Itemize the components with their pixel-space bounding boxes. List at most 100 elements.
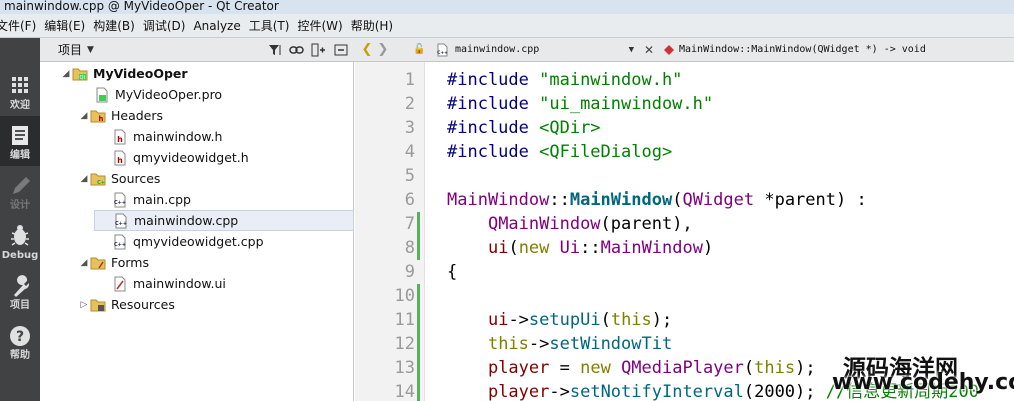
- line-number: 8: [404, 238, 415, 258]
- code-token: ->: [528, 334, 550, 354]
- svg-text:Qt: Qt: [80, 75, 86, 81]
- file-selector[interactable]: C++ mainwindow.cpp ▼: [436, 43, 634, 57]
- folder-headers-icon: h: [90, 110, 106, 123]
- menu-debug[interactable]: 调试(D): [143, 17, 194, 34]
- menu-widgets[interactable]: 控件(W): [297, 17, 350, 34]
- mode-welcome[interactable]: 欢迎: [0, 66, 40, 116]
- code-token: #include: [447, 94, 540, 114]
- tree-node-source-file-selected[interactable]: C++ mainwindow.cpp: [94, 210, 354, 231]
- symbol-selector[interactable]: MainWindow::MainWindow(QWidget *) -> voi…: [664, 44, 926, 55]
- code-token: Ui: [559, 238, 581, 258]
- pro-file-icon: [96, 87, 108, 102]
- mode-label: 设计: [10, 200, 30, 211]
- tree-node-forms[interactable]: ◢ Forms: [78, 252, 149, 273]
- tree-node-root[interactable]: ◢ Qt MyVideoOper: [60, 63, 188, 84]
- dropdown-icon[interactable]: ▼: [82, 41, 99, 58]
- svg-text:C++: C++: [114, 242, 126, 248]
- code-token: (: [600, 310, 611, 330]
- forward-arrow-icon[interactable]: ❯: [375, 42, 391, 57]
- tree-label: MyVideoOper: [93, 66, 188, 81]
- code-token: ->: [549, 382, 570, 401]
- tree-label: Sources: [111, 171, 161, 186]
- code-token: QMainWindow: [487, 214, 601, 234]
- expanded-arrow-icon[interactable]: ◢: [78, 110, 90, 122]
- code-line: MainWindow::MainWindow(QWidget *parent) …: [447, 188, 867, 212]
- code-token: #include: [447, 142, 540, 162]
- split-icon[interactable]: [310, 41, 327, 58]
- cpp-file-icon: C++: [114, 192, 126, 207]
- code-token: );: [795, 358, 816, 378]
- line-number: 6: [404, 190, 415, 210]
- link-icon[interactable]: [288, 41, 305, 58]
- menu-analyze[interactable]: Analyze: [193, 19, 248, 33]
- code-token: =: [549, 358, 581, 378]
- collapsed-arrow-icon[interactable]: ▷: [78, 299, 90, 311]
- tree-node-source-file[interactable]: C++ qmyvideowidget.cpp: [96, 231, 264, 252]
- line-number: 5: [404, 166, 415, 186]
- tree-node-pro-file[interactable]: MyVideoOper.pro: [78, 84, 222, 105]
- filter-icon[interactable]: [266, 41, 283, 58]
- code-token: this: [487, 334, 529, 354]
- menu-edit[interactable]: 编辑(E): [44, 17, 93, 34]
- tree-label: qmyvideowidget.h: [133, 150, 249, 165]
- line-number: 11: [394, 310, 415, 330]
- code-token: (: [672, 190, 683, 210]
- code-line: #include <QDir>: [447, 116, 601, 140]
- tree-node-header-file[interactable]: h mainwindow.h: [96, 126, 222, 147]
- mode-design[interactable]: 设计: [0, 166, 40, 216]
- close-sidebar-icon[interactable]: [332, 41, 349, 58]
- code-token: ::: [580, 238, 601, 258]
- mode-edit[interactable]: 编辑: [0, 116, 40, 166]
- tree-node-header-file[interactable]: h qmyvideowidget.h: [96, 147, 249, 168]
- tree-node-source-file[interactable]: C++ main.cpp: [96, 189, 191, 210]
- cpp-file-icon: C++: [437, 43, 448, 56]
- svg-text:h: h: [117, 156, 123, 165]
- expanded-arrow-icon[interactable]: ◢: [78, 257, 90, 269]
- mode-projects[interactable]: 项目: [0, 266, 40, 316]
- code-line: QMainWindow(parent),: [447, 212, 693, 236]
- mode-debug[interactable]: Debug: [0, 216, 40, 266]
- line-number: 1: [404, 70, 415, 90]
- line-number: 7: [404, 214, 415, 234]
- edit-document-icon: [12, 126, 28, 145]
- code-line: ui(new Ui::MainWindow): [447, 236, 713, 260]
- expanded-arrow-icon[interactable]: ◢: [78, 173, 90, 185]
- tree-node-sources[interactable]: ◢ C+ Sources: [78, 168, 161, 189]
- line-number-gutter: 1 2 3 4 5 6 7 8 9 10 11 12 13 14 ◢: [355, 62, 431, 401]
- mode-label: 项目: [10, 300, 30, 311]
- code-token: (parent),: [600, 214, 693, 234]
- menu-help[interactable]: 帮助(H): [351, 17, 401, 34]
- line-number: 13: [394, 358, 415, 378]
- mode-label: 欢迎: [10, 100, 30, 111]
- svg-text:C+: C+: [97, 180, 105, 186]
- tree-node-headers[interactable]: ◢ h Headers: [78, 105, 164, 126]
- dropdown-icon[interactable]: ▼: [629, 45, 634, 55]
- code-line: {: [447, 260, 457, 284]
- menu-build[interactable]: 构建(B): [93, 17, 143, 34]
- menu-tools[interactable]: 工具(T): [249, 17, 298, 34]
- close-icon[interactable]: ✕: [640, 43, 658, 57]
- tree-node-form-file[interactable]: mainwindow.ui: [96, 273, 226, 294]
- mode-label: Debug: [1, 250, 39, 261]
- code-token: ::: [549, 190, 570, 210]
- tree-label: Resources: [111, 297, 175, 312]
- code-token: (2000);: [743, 382, 826, 401]
- line-number: 14: [394, 382, 415, 401]
- expanded-arrow-icon[interactable]: ◢: [60, 68, 72, 80]
- watermark-line-2: www.codehy.com: [832, 370, 1014, 395]
- tree-node-resources[interactable]: ▷ Resources: [78, 294, 175, 315]
- mode-selector: 欢迎 编辑 设计 Debug 项目 ? 帮助: [0, 38, 40, 401]
- tree-label: Forms: [111, 255, 150, 270]
- svg-text:?: ?: [16, 329, 24, 345]
- code-line: #include "mainwindow.h": [447, 68, 682, 92]
- back-arrow-icon[interactable]: ❮: [359, 42, 375, 57]
- line-number: 9: [404, 262, 415, 282]
- mode-help[interactable]: ? 帮助: [0, 316, 40, 366]
- mode-label: 编辑: [10, 150, 30, 161]
- menu-file[interactable]: 文件(F): [0, 17, 44, 34]
- project-panel-header: 项目 ▼: [40, 38, 355, 62]
